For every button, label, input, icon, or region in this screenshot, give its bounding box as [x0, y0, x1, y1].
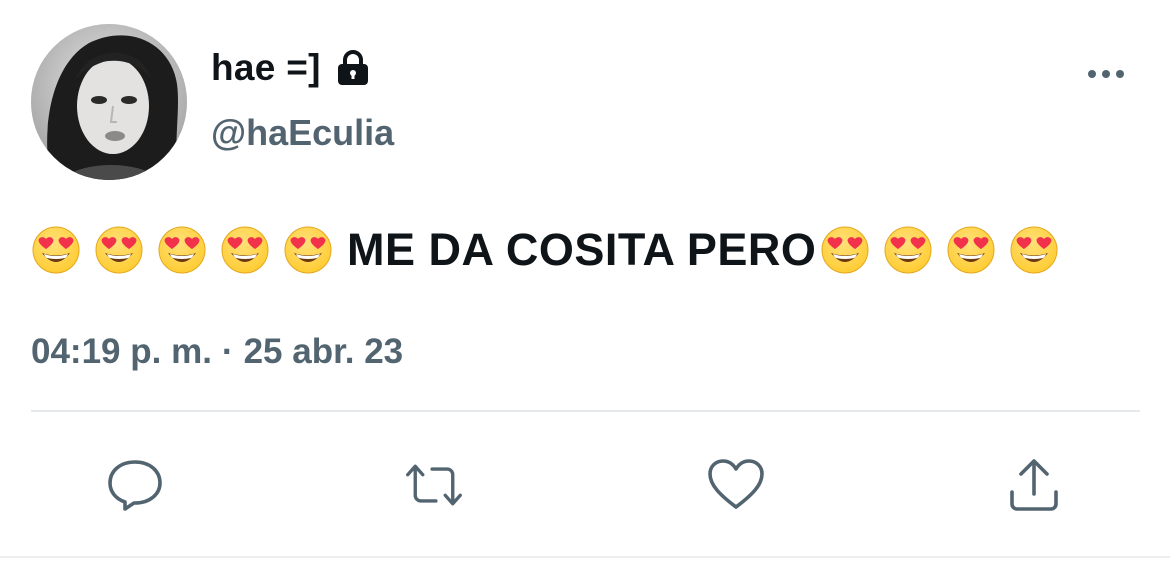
smiling-face-with-heart-eyes-icon [220, 225, 270, 275]
smiling-face-with-heart-eyes-icon [946, 225, 996, 275]
display-name[interactable]: hae =] [211, 47, 321, 89]
smiling-face-with-heart-eyes-icon [820, 225, 870, 275]
smiling-face-with-heart-eyes-icon [283, 225, 333, 275]
tweet-date[interactable]: 25 abr. 23 [244, 332, 404, 372]
smiling-face-with-heart-eyes-icon [94, 225, 144, 275]
tweet-body: ME DA COSITA PERO [347, 224, 817, 275]
tweet-text: ME DA COSITA PERO [31, 218, 1151, 282]
tweet-time[interactable]: 04:19 p. m. [31, 332, 212, 372]
tweet-card: hae =] @haEculia ME DA COSITA PERO 04:19… [0, 0, 1170, 576]
share-icon [1010, 459, 1058, 511]
emoji-group-before [31, 225, 346, 275]
heart-icon [708, 459, 764, 509]
share-button[interactable] [1004, 455, 1064, 515]
user-handle[interactable]: @haEculia [211, 112, 394, 154]
smiling-face-with-heart-eyes-icon [157, 225, 207, 275]
lock-icon [333, 48, 373, 88]
bottom-divider [0, 556, 1170, 558]
name-row: hae =] [211, 44, 373, 92]
tweet-meta: 04:19 p. m. · 25 abr. 23 [31, 332, 403, 372]
more-icon [1088, 70, 1124, 78]
retweet-button[interactable] [404, 455, 464, 515]
like-button[interactable] [706, 455, 766, 515]
meta-separator: · [221, 332, 234, 371]
retweet-icon [406, 464, 462, 506]
emoji-group-after [820, 225, 1072, 275]
smiling-face-with-heart-eyes-icon [31, 225, 81, 275]
reply-icon [108, 460, 162, 511]
smiling-face-with-heart-eyes-icon [883, 225, 933, 275]
smiling-face-with-heart-eyes-icon [1009, 225, 1059, 275]
avatar[interactable] [31, 24, 187, 180]
divider [31, 410, 1140, 412]
reply-button[interactable] [105, 455, 165, 515]
more-button[interactable] [1082, 58, 1130, 90]
